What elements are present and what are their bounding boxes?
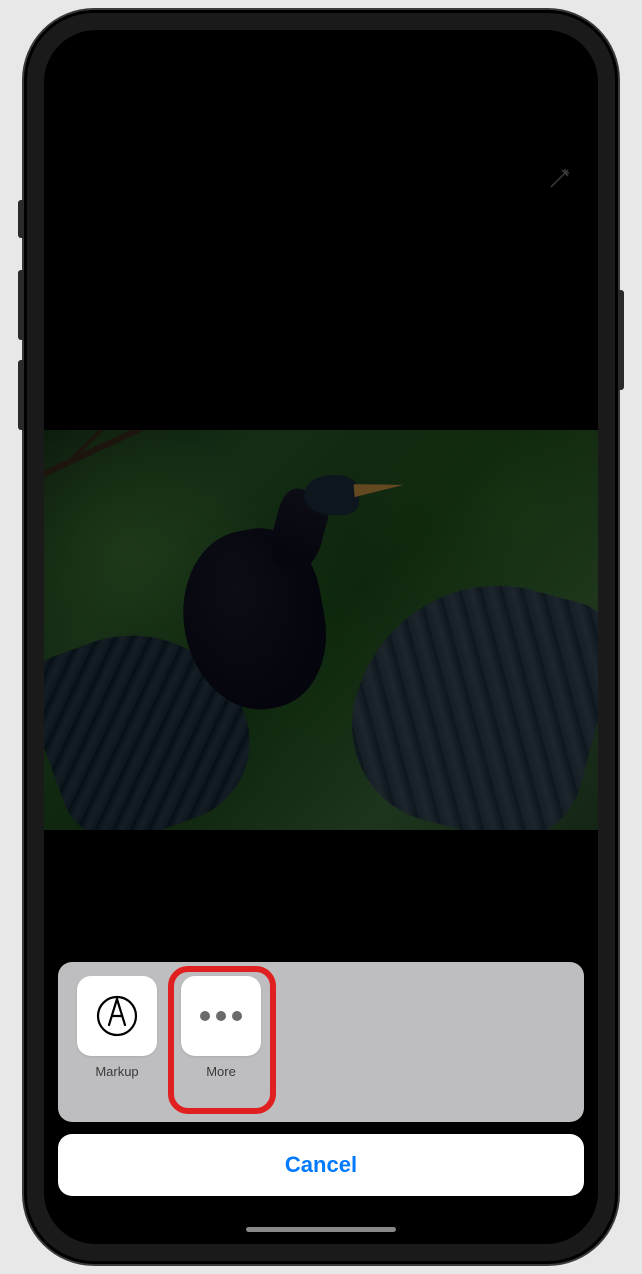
mute-switch <box>18 200 24 238</box>
markup-icon <box>77 976 157 1056</box>
more-label: More <box>206 1064 236 1079</box>
power-button <box>618 290 624 390</box>
markup-action[interactable]: Markup <box>72 976 162 1079</box>
photo-edit-view: Markup More Cancel <box>44 140 598 1244</box>
more-action[interactable]: More <box>176 976 266 1079</box>
volume-up-button <box>18 270 24 340</box>
volume-down-button <box>18 360 24 430</box>
cancel-label: Cancel <box>285 1152 357 1178</box>
action-sheet: Markup More Cancel <box>58 962 584 1196</box>
screen: Markup More Cancel <box>44 30 598 1244</box>
home-indicator[interactable] <box>246 1227 396 1232</box>
photo-content <box>44 430 598 830</box>
phone-device-frame: Markup More Cancel <box>24 10 618 1264</box>
markup-label: Markup <box>95 1064 138 1079</box>
action-panel: Markup More <box>58 962 584 1122</box>
more-icon <box>181 976 261 1056</box>
cancel-button[interactable]: Cancel <box>58 1134 584 1196</box>
